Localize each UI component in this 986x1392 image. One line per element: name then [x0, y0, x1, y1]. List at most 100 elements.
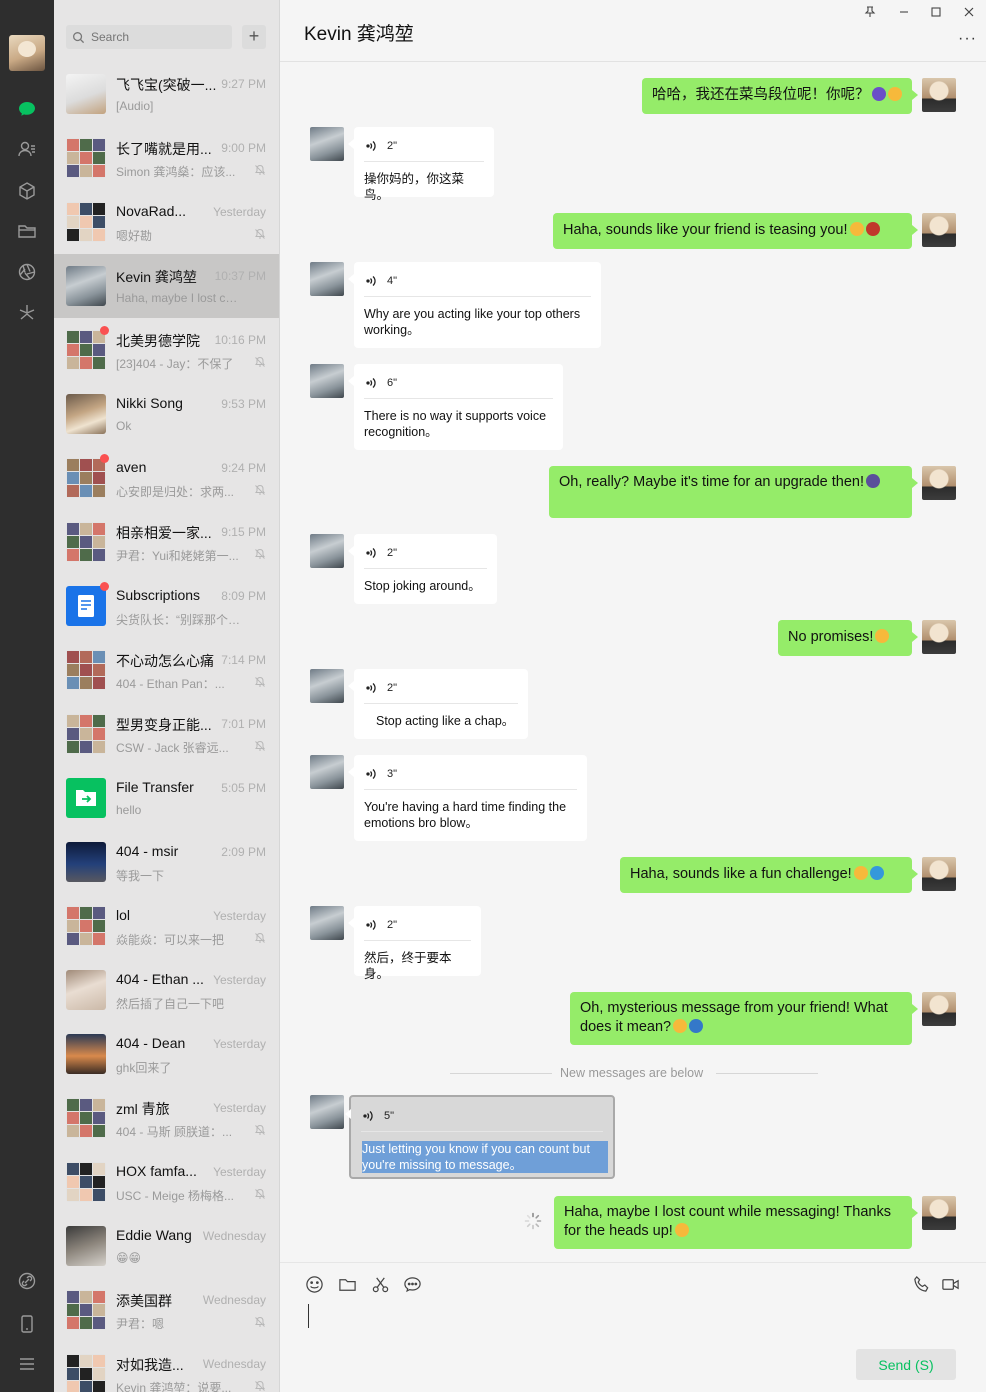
mini-programs-icon[interactable] — [15, 301, 39, 325]
chat-preview: Ok — [116, 419, 132, 433]
link-icon[interactable] — [15, 1269, 39, 1293]
outgoing-message[interactable]: 哈哈，我还在菜鸟段位呢！你呢？ — [642, 78, 918, 114]
chat-time: 9:27 PM — [221, 77, 266, 91]
chat-list-item[interactable]: Subscriptions 8:09 PM 尖货队长：“别踩那个女... — [54, 574, 279, 638]
chat-avatar — [66, 394, 106, 434]
incoming-voice-message[interactable]: 5" Just letting you know if you can count… — [345, 1095, 615, 1179]
voice-separator — [361, 1131, 603, 1132]
contact-avatar[interactable] — [310, 906, 344, 940]
incoming-voice-message[interactable]: 2" 然后，终于要本身。 — [348, 906, 481, 981]
box-icon[interactable] — [15, 179, 39, 203]
chat-list-item[interactable]: HOX famfa... Yesterday USC - Meige 杨梅格... — [54, 1150, 279, 1214]
chat-list-item[interactable]: 飞飞宝(突破一... 9:27 PM [Audio] — [54, 62, 279, 126]
folder-icon[interactable] — [15, 219, 39, 243]
send-button[interactable]: Send (S) — [856, 1349, 956, 1380]
chat-time: 10:16 PM — [214, 333, 266, 347]
voice-duration-row[interactable]: 2" — [364, 139, 397, 153]
my-avatar[interactable] — [922, 857, 956, 891]
voice-wave-icon — [366, 920, 376, 930]
contacts-icon[interactable] — [15, 137, 39, 161]
outgoing-message[interactable]: Oh, mysterious message from your friend!… — [570, 992, 918, 1045]
chat-avatar — [66, 522, 106, 562]
pin-icon[interactable] — [860, 4, 880, 20]
contact-avatar[interactable] — [310, 364, 344, 398]
emoji-icon[interactable] — [304, 1274, 324, 1294]
contact-avatar[interactable] — [310, 1095, 344, 1129]
close-icon[interactable] — [959, 4, 979, 20]
voice-call-icon[interactable] — [911, 1274, 931, 1294]
maximize-icon[interactable] — [926, 4, 946, 20]
screenshot-scissors-icon[interactable] — [370, 1274, 390, 1294]
chat-list-item[interactable]: 对如我造... Wednesday Kevin 龚鸿堃：说要... — [54, 1342, 279, 1392]
chat-list-item[interactable]: 型男变身正能... 7:01 PM CSW - Jack 张睿远... — [54, 702, 279, 766]
menu-icon[interactable] — [15, 1352, 39, 1376]
voice-duration: 3" — [387, 768, 398, 780]
incoming-voice-message[interactable]: 2" Stop joking around。 — [348, 534, 497, 604]
chat-list-item[interactable]: aven 9:24 PM 心安即是归处：求两... — [54, 446, 279, 510]
incoming-voice-message[interactable]: 3" You're having a hard time finding the … — [348, 755, 587, 841]
chat-list-item[interactable]: Nikki Song 9:53 PM Ok — [54, 382, 279, 446]
voice-wave-icon — [363, 1111, 373, 1121]
add-chat-button[interactable]: + — [242, 25, 266, 49]
incoming-voice-message[interactable]: 2" 操你妈的，你这菜鸟。 — [348, 127, 494, 202]
chat-name: 型男变身正能... — [116, 717, 212, 733]
outgoing-message[interactable]: Haha, sounds like a fun challenge! — [620, 857, 918, 893]
outgoing-message[interactable]: No promises! — [778, 620, 918, 656]
outgoing-message[interactable]: Haha, sounds like your friend is teasing… — [553, 213, 918, 249]
chat-list-item[interactable]: 添美国群 Wednesday 尹君：嗯 — [54, 1278, 279, 1342]
file-icon[interactable] — [337, 1274, 357, 1294]
chat-list-item[interactable]: 404 - Ethan ... Yesterday 然后插了自己一下吧 — [54, 958, 279, 1022]
chat-list-item[interactable]: 长了嘴就是用... 9:00 PM Simon 龚鸿燊：应该... — [54, 126, 279, 190]
my-avatar[interactable] — [922, 78, 956, 112]
voice-duration-row[interactable]: 2" — [364, 681, 397, 695]
chat-icon[interactable] — [15, 97, 39, 121]
more-options-button[interactable]: ··· — [958, 30, 977, 48]
incoming-voice-message[interactable]: 6" There is no way it supports voice reco… — [348, 364, 563, 450]
contact-avatar[interactable] — [310, 755, 344, 789]
chat-list-item[interactable]: Eddie Wang Wednesday 😁😁 — [54, 1214, 279, 1278]
my-avatar[interactable] — [922, 620, 956, 654]
voice-separator — [364, 940, 471, 941]
voice-duration-row[interactable]: 5" — [361, 1109, 394, 1123]
chat-list-item[interactable]: NovaRad... Yesterday 嗯好勘 — [54, 190, 279, 254]
contact-avatar[interactable] — [310, 127, 344, 161]
chat-time: 7:01 PM — [221, 717, 266, 731]
chat-name: aven — [116, 459, 147, 475]
chat-list-item[interactable]: lol Yesterday 焱能焱：可以来一把 — [54, 894, 279, 958]
video-call-icon[interactable] — [940, 1274, 960, 1294]
my-avatar[interactable] — [922, 1196, 956, 1230]
my-avatar[interactable] — [922, 466, 956, 500]
contact-avatar[interactable] — [310, 534, 344, 568]
contact-avatar[interactable] — [310, 669, 344, 703]
search-input[interactable] — [91, 30, 221, 44]
chat-list-item[interactable]: 404 - msir 2:09 PM 等我一下 — [54, 830, 279, 894]
voice-duration-row[interactable]: 2" — [364, 918, 397, 932]
chat-list-item[interactable]: zml 青旅 Yesterday 404 - 马斯 顾朕道：... — [54, 1086, 279, 1150]
chat-avatar — [66, 458, 106, 498]
my-avatar[interactable] — [922, 213, 956, 247]
chat-time: 7:14 PM — [221, 653, 266, 667]
contact-avatar[interactable] — [310, 262, 344, 296]
phone-icon[interactable] — [15, 1312, 39, 1336]
outgoing-message[interactable]: Oh, really? Maybe it's time for an upgra… — [549, 466, 918, 518]
incoming-voice-message[interactable]: 4" Why are you acting like your top other… — [348, 262, 601, 348]
moments-icon[interactable] — [15, 260, 39, 284]
voice-duration-row[interactable]: 4" — [364, 274, 397, 288]
text-input-caret[interactable] — [308, 1304, 309, 1328]
search-box[interactable] — [66, 25, 232, 49]
voice-duration-row[interactable]: 2" — [364, 546, 397, 560]
voice-duration-row[interactable]: 3" — [364, 767, 397, 781]
outgoing-message[interactable]: Haha, maybe I lost count while messaging… — [554, 1196, 918, 1249]
chat-list-item[interactable]: 相亲相爱一家... 9:15 PM 尹君：Yui和姥姥第一... — [54, 510, 279, 574]
chat-list-item[interactable]: 不心动怎么心痛 7:14 PM 404 - Ethan Pan：... — [54, 638, 279, 702]
chat-list-item[interactable]: 404 - Dean Yesterday ghk回来了 — [54, 1022, 279, 1086]
user-avatar[interactable] — [9, 35, 45, 71]
incoming-voice-message[interactable]: 2" Stop acting like a chap。 — [348, 669, 528, 739]
minimize-icon[interactable] — [894, 4, 914, 20]
my-avatar[interactable] — [922, 992, 956, 1026]
chat-list-item[interactable]: 北美男德学院 10:16 PM [23]404 - Jay：不保了 — [54, 318, 279, 382]
chat-list-item[interactable]: File Transfer 5:05 PM hello — [54, 766, 279, 830]
voice-duration-row[interactable]: 6" — [364, 376, 397, 390]
chat-list-item[interactable]: Kevin 龚鸿堃 10:37 PM Haha, maybe I lost cou.… — [54, 254, 279, 318]
chat-history-icon[interactable] — [402, 1274, 422, 1294]
